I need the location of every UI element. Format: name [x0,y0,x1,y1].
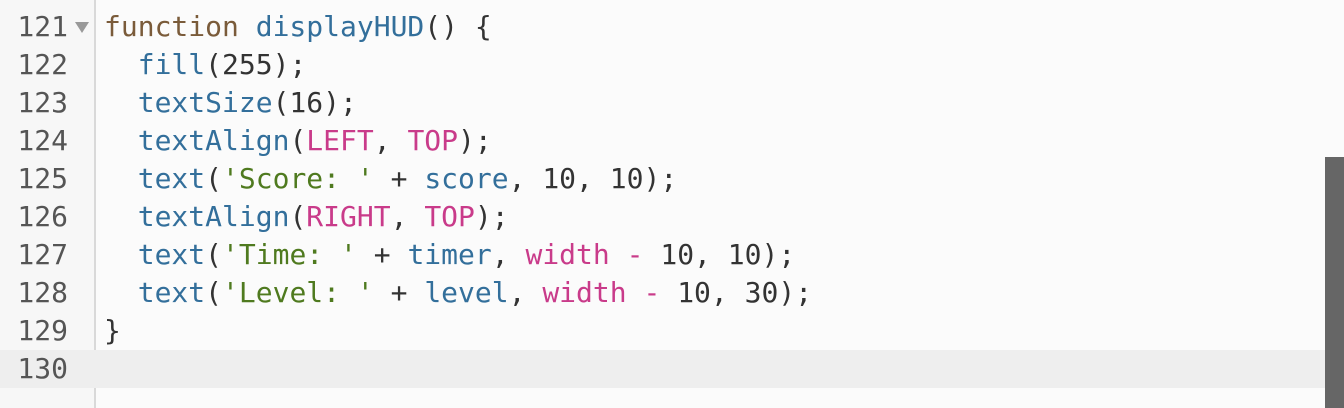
code-token: text [137,238,206,271]
code-token: (16); [272,86,357,119]
code-lines[interactable]: 120121function displayHUD() {122 fill(25… [0,0,1344,388]
line-number: 123 [17,86,68,119]
code-token: width [542,276,627,309]
code-token: ( [205,162,223,195]
code-line[interactable]: 125 text('Score: ' + score, 10, 10); [0,160,1344,198]
code-token: , [508,276,543,309]
code-token: , 10, 10); [508,162,678,195]
code-line[interactable]: 124 textAlign(LEFT, TOP); [0,122,1344,160]
code-line[interactable]: 128 text('Level: ' + level, width - 10, … [0,274,1344,312]
code-line[interactable]: 120 [0,0,1344,8]
code-token: RIGHT [306,200,391,233]
code-token: , [390,200,425,233]
code-token: ( [205,276,223,309]
line-code[interactable]: textSize(16); [104,84,357,122]
code-token: ( [205,238,223,271]
line-code[interactable]: textAlign(RIGHT, TOP); [104,198,509,236]
code-token: timer [407,238,492,271]
code-token: , [491,238,526,271]
code-token: 10, 10); [660,238,796,271]
code-token: LEFT [306,124,374,157]
code-token: ( [289,200,307,233]
code-token: + [373,162,425,195]
code-token: fill [137,48,206,81]
code-line[interactable]: 121 function displayHUD() { [0,8,1344,46]
code-token: - [609,238,661,271]
line-number: 128 [17,276,68,309]
code-token: textAlign [137,200,290,233]
line-number: 126 [17,200,68,233]
code-token: displayHUD [255,10,425,43]
vertical-scrollbar-thumb[interactable] [1325,157,1344,408]
code-token: ); [474,200,509,233]
fold-arrow-icon[interactable] [72,8,92,46]
code-token: text [137,162,206,195]
line-code[interactable]: text('Time: ' + timer, width - 10, 10); [104,236,795,274]
code-token: + [373,276,425,309]
line-code[interactable]: fill(255); [104,46,307,84]
code-token: } [104,314,121,347]
code-token: + [356,238,408,271]
code-token: textAlign [137,124,290,157]
line-code[interactable]: } [104,312,121,350]
code-line[interactable]: 126 textAlign(RIGHT, TOP); [0,198,1344,236]
code-line[interactable]: 123 textSize(16); [0,84,1344,122]
line-number: 130 [17,352,68,385]
line-number: 122 [17,48,68,81]
line-number: 129 [17,314,68,347]
code-token: ( [289,124,307,157]
code-editor[interactable]: 120121function displayHUD() {122 fill(25… [0,0,1344,408]
line-code[interactable]: textAlign(LEFT, TOP); [104,122,492,160]
line-number: 121 [17,10,68,43]
code-token: TOP [407,124,459,157]
code-token: TOP [424,200,475,233]
code-token: textSize [137,86,273,119]
line-number: 127 [17,238,68,271]
line-code[interactable]: text('Score: ' + score, 10, 10); [104,160,677,198]
code-token: (255); [205,48,307,81]
code-token: 'Score: ' [222,162,374,195]
code-token: function [104,10,239,43]
code-token: - [626,276,678,309]
code-token: level [424,276,509,309]
line-number: 124 [17,124,68,157]
line-number: 120 [0,0,68,8]
code-token: width [525,238,610,271]
line-code[interactable]: text('Level: ' + level, width - 10, 30); [104,274,812,312]
line-code[interactable]: function displayHUD() { [104,8,492,46]
code-line[interactable]: 122 fill(255); [0,46,1344,84]
code-token: 10, 30); [677,276,813,309]
code-token: 'Level: ' [222,276,374,309]
code-line[interactable]: 129} [0,312,1344,350]
line-number: 125 [17,162,68,195]
code-line[interactable]: 127 text('Time: ' + timer, width - 10, 1… [0,236,1344,274]
code-token: 'Time: ' [222,238,357,271]
code-token: , [373,124,408,157]
code-line[interactable]: 130 [0,350,1344,388]
code-token: score [424,162,509,195]
code-token: text [137,276,206,309]
code-token: ); [458,124,492,157]
code-token: () { [424,10,492,43]
